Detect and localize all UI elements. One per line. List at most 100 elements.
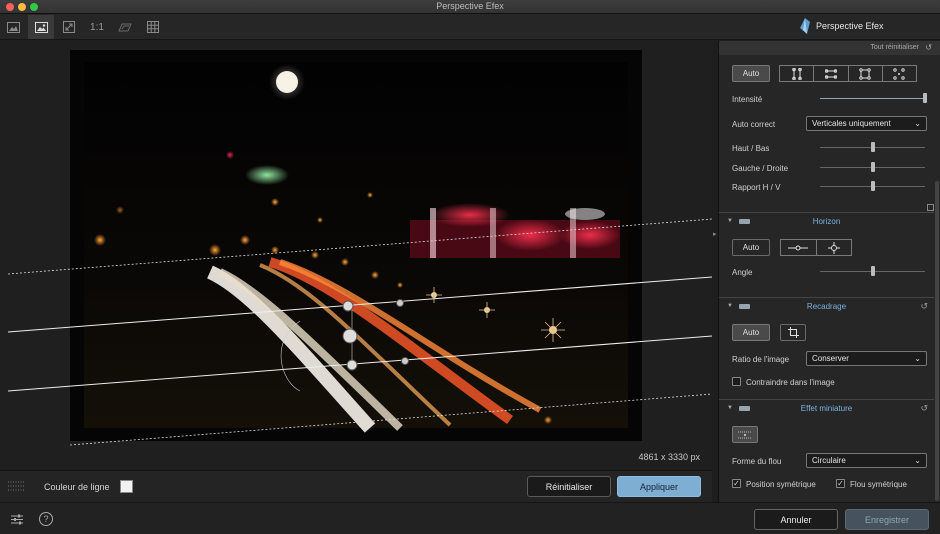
line-color-swatch[interactable] — [120, 480, 133, 493]
rectangle-mode-option[interactable] — [849, 66, 883, 81]
rotation-arc — [280, 320, 301, 392]
sym-blur-checkbox[interactable]: ✓ — [836, 479, 845, 488]
ratio-hv-slider[interactable] — [820, 181, 925, 191]
constrain-label: Contraindre dans l'image — [746, 378, 835, 387]
blur-shape-label: Forme du flou — [732, 457, 782, 466]
perspective-auto-button[interactable]: Auto — [732, 65, 770, 82]
horizon-section-header[interactable]: ▼ Horizon — [719, 212, 934, 230]
help-button[interactable]: ? — [39, 512, 53, 526]
horizontal-slider[interactable] — [820, 162, 925, 172]
intensity-label: Intensité — [732, 95, 763, 104]
horizon-title: Horizon — [812, 217, 841, 226]
perspective-mode-selector[interactable] — [779, 65, 917, 82]
constrain-checkbox[interactable] — [732, 377, 741, 386]
compare-button[interactable] — [112, 15, 138, 39]
brand-name: Perspective Efex — [816, 21, 884, 31]
checkmark-icon: ✓ — [837, 479, 844, 488]
crop-title: Recadrage — [806, 302, 847, 311]
intensity-slider-knob[interactable] — [923, 93, 927, 103]
lower-line-end-handle[interactable] — [401, 357, 409, 365]
zoom-100-button[interactable]: 1:1 — [84, 15, 110, 39]
horizon-center-icon — [827, 241, 840, 254]
miniature-title: Effet miniature — [800, 404, 853, 413]
tilt-shift-icon — [738, 431, 752, 438]
intensity-slider[interactable] — [820, 93, 927, 103]
horizon-auto-button[interactable]: Auto — [732, 239, 770, 256]
cancel-button[interactable]: Annuler — [754, 509, 838, 530]
toolbar: 1:1 Perspective Efex — [0, 14, 940, 40]
horizon-center-option[interactable] — [817, 240, 852, 255]
sym-blur-label: Flou symétrique — [850, 480, 907, 489]
expand-icon — [63, 21, 75, 33]
guide-bottom-dashed[interactable] — [69, 393, 712, 446]
ratio-hv-label: Rapport H / V — [732, 183, 781, 192]
reset-all-button[interactable]: Tout réinitialiser — [719, 41, 940, 55]
vertical-lines-icon — [791, 67, 802, 80]
horizon-line-icon — [788, 245, 809, 250]
vertical-slider-knob[interactable] — [871, 142, 875, 152]
sym-position-checkbox[interactable]: ✓ — [732, 479, 741, 488]
canvas-area[interactable]: 4861 x 3330 px — [0, 41, 712, 469]
save-button[interactable]: Enregistrer — [845, 509, 929, 530]
reset-all-icon[interactable]: ↺ — [925, 41, 932, 55]
miniature-tool-button[interactable] — [732, 426, 758, 443]
freeform-mode-option[interactable] — [883, 66, 916, 81]
grid-button[interactable] — [140, 15, 166, 39]
blur-shape-select[interactable]: Circulaire ⌄ — [806, 453, 927, 468]
image-dimensions: 4861 x 3330 px — [638, 452, 700, 462]
upper-line-end-handle[interactable] — [396, 299, 404, 307]
perspective-efex-logo-icon — [800, 18, 810, 34]
footer-bar: ? Annuler Enregistrer — [0, 502, 940, 534]
image-ratio-value: Conserver — [812, 354, 849, 363]
line-style-icon — [8, 481, 24, 491]
single-view-button[interactable] — [0, 15, 26, 39]
image-view-button[interactable] — [28, 15, 54, 39]
vertical-label: Haut / Bas — [732, 144, 770, 153]
miniature-reset-icon[interactable]: ↺ — [920, 403, 928, 414]
sliders-icon — [11, 514, 23, 524]
guide-line-lower[interactable] — [7, 335, 712, 392]
guide-top-dashed[interactable] — [7, 218, 712, 275]
upper-line-handle[interactable] — [342, 300, 354, 312]
fit-screen-button[interactable] — [56, 15, 82, 39]
chevron-down-icon: ⌄ — [914, 119, 921, 128]
grid-icon — [147, 21, 159, 33]
vertical-slider[interactable] — [820, 142, 925, 152]
guide-line-upper[interactable] — [7, 276, 712, 333]
ratio-hv-slider-knob[interactable] — [871, 181, 875, 191]
vertical-mode-option[interactable] — [780, 66, 815, 81]
lower-line-handle[interactable] — [346, 359, 358, 371]
settings-panel: Tout réinitialiser ↺ Auto Intensité Auto… — [718, 41, 940, 502]
freeform-points-icon — [893, 67, 906, 80]
angle-slider-knob[interactable] — [871, 266, 875, 276]
crop-reset-icon[interactable]: ↺ — [920, 301, 928, 312]
line-color-label: Couleur de ligne — [44, 482, 110, 492]
crop-section-header[interactable]: ▼ Recadrage ↺ — [719, 297, 934, 315]
line-options-bar: Couleur de ligne Réinitialiser Appliquer — [0, 470, 712, 502]
crop-auto-button[interactable]: Auto — [732, 324, 770, 341]
crop-icon — [787, 327, 799, 338]
sym-position-label: Position symétrique — [746, 480, 816, 489]
horizontal-mode-option[interactable] — [814, 66, 849, 81]
apply-button[interactable]: Appliquer — [617, 476, 701, 497]
compare-icon — [118, 23, 132, 31]
miniature-section-header[interactable]: ▼ Effet miniature ↺ — [719, 399, 934, 417]
crop-tool-button[interactable] — [780, 324, 806, 341]
angle-slider[interactable] — [820, 266, 925, 276]
title-bar: Perspective Efex — [0, 0, 940, 14]
horizontal-slider-knob[interactable] — [871, 162, 875, 172]
horizon-tool-selector[interactable] — [780, 239, 852, 256]
image-ratio-label: Ratio de l'image — [732, 355, 790, 364]
section-collapse-toggle[interactable] — [927, 204, 934, 211]
center-pivot-handle[interactable] — [342, 328, 358, 344]
panel-scrollbar[interactable] — [935, 181, 939, 501]
horizon-line-option[interactable] — [781, 240, 817, 255]
blur-shape-value: Circulaire — [812, 456, 846, 465]
settings-button[interactable] — [10, 512, 24, 526]
auto-correct-select[interactable]: Verticales uniquement ⌄ — [806, 116, 927, 131]
panel-collapse-handle[interactable]: ▸ — [713, 230, 717, 250]
horizon-guides-overlay[interactable] — [0, 41, 712, 469]
brand: Perspective Efex — [800, 18, 884, 34]
image-ratio-select[interactable]: Conserver ⌄ — [806, 351, 927, 366]
reset-button[interactable]: Réinitialiser — [527, 476, 611, 497]
